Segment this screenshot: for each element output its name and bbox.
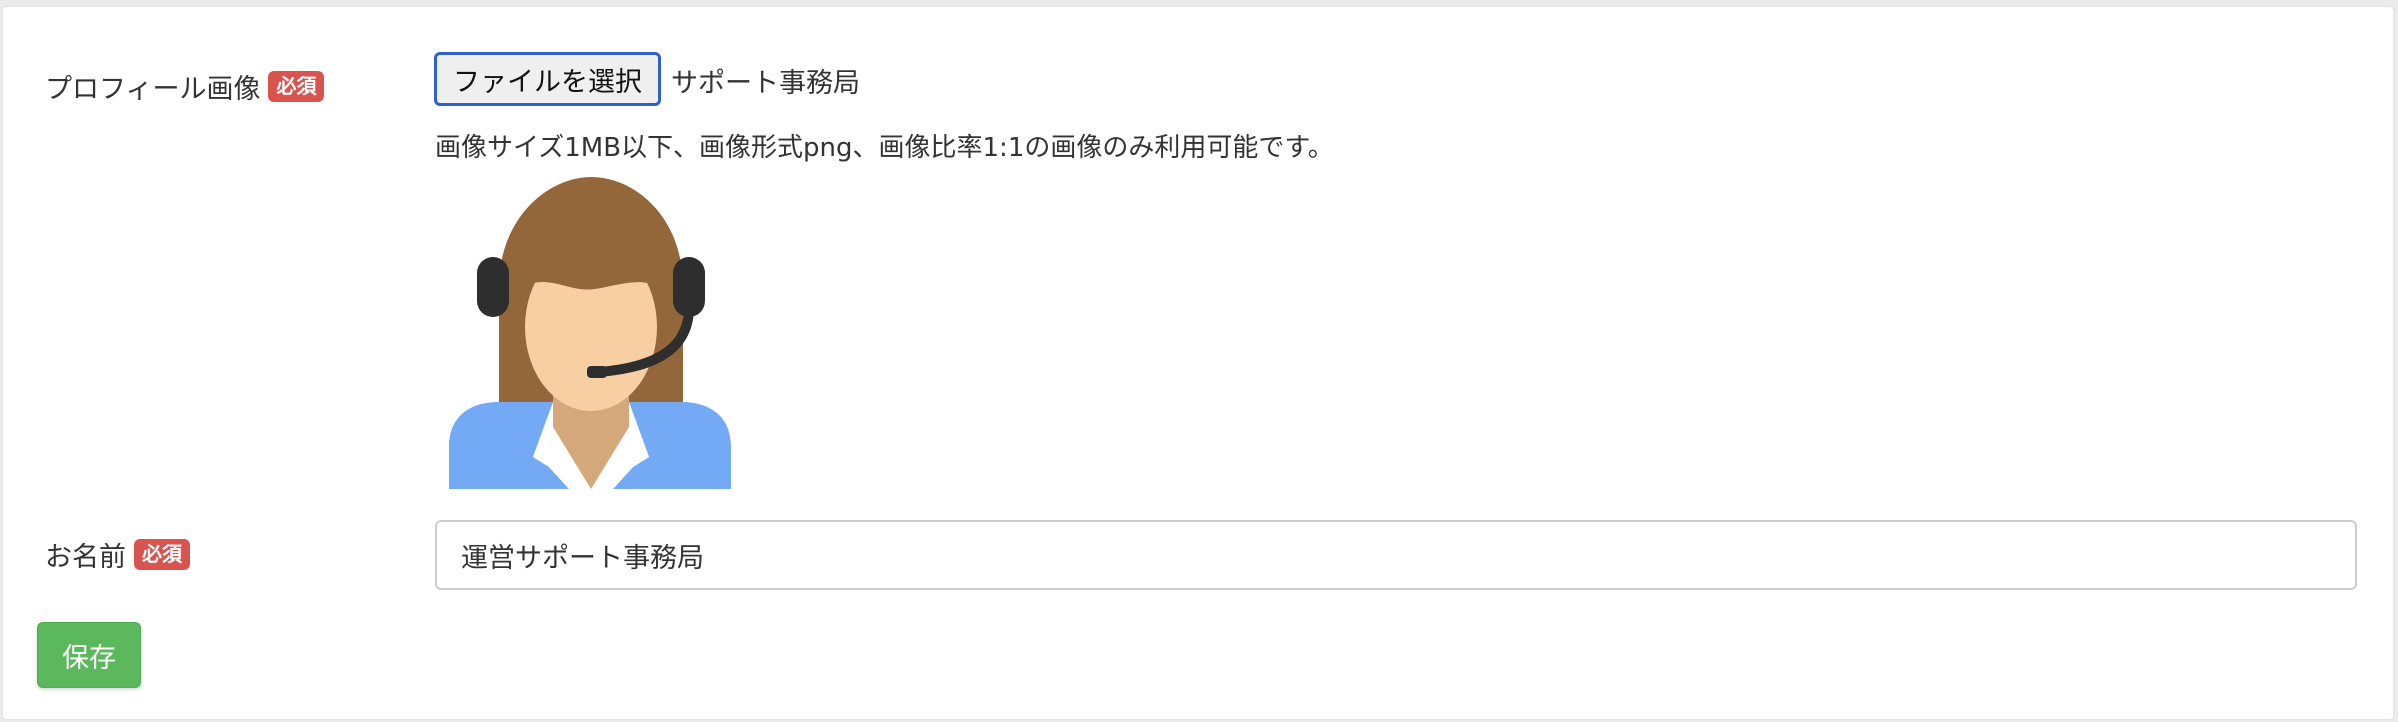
- required-badge: 必須: [134, 539, 190, 570]
- name-input[interactable]: [435, 520, 2357, 590]
- profile-form-panel: プロフィール画像 必須 ファイルを選択 サポート事務局 画像サイズ1MB以下、画…: [2, 6, 2394, 720]
- name-label: お名前: [45, 542, 126, 573]
- profile-image-label: プロフィール画像: [45, 74, 261, 105]
- save-button[interactable]: 保存: [37, 622, 141, 688]
- selected-file-name: サポート事務局: [671, 68, 860, 99]
- profile-image-label-group: プロフィール画像 必須: [45, 67, 325, 106]
- name-label-group: お名前 必須: [45, 535, 190, 574]
- choose-file-button[interactable]: ファイルを選択: [434, 52, 661, 106]
- image-help-text: 画像サイズ1MB以下、画像形式png、画像比率1:1の画像のみ利用可能です。: [435, 133, 1334, 163]
- support-operator-icon: [449, 177, 731, 489]
- required-badge: 必須: [268, 71, 325, 102]
